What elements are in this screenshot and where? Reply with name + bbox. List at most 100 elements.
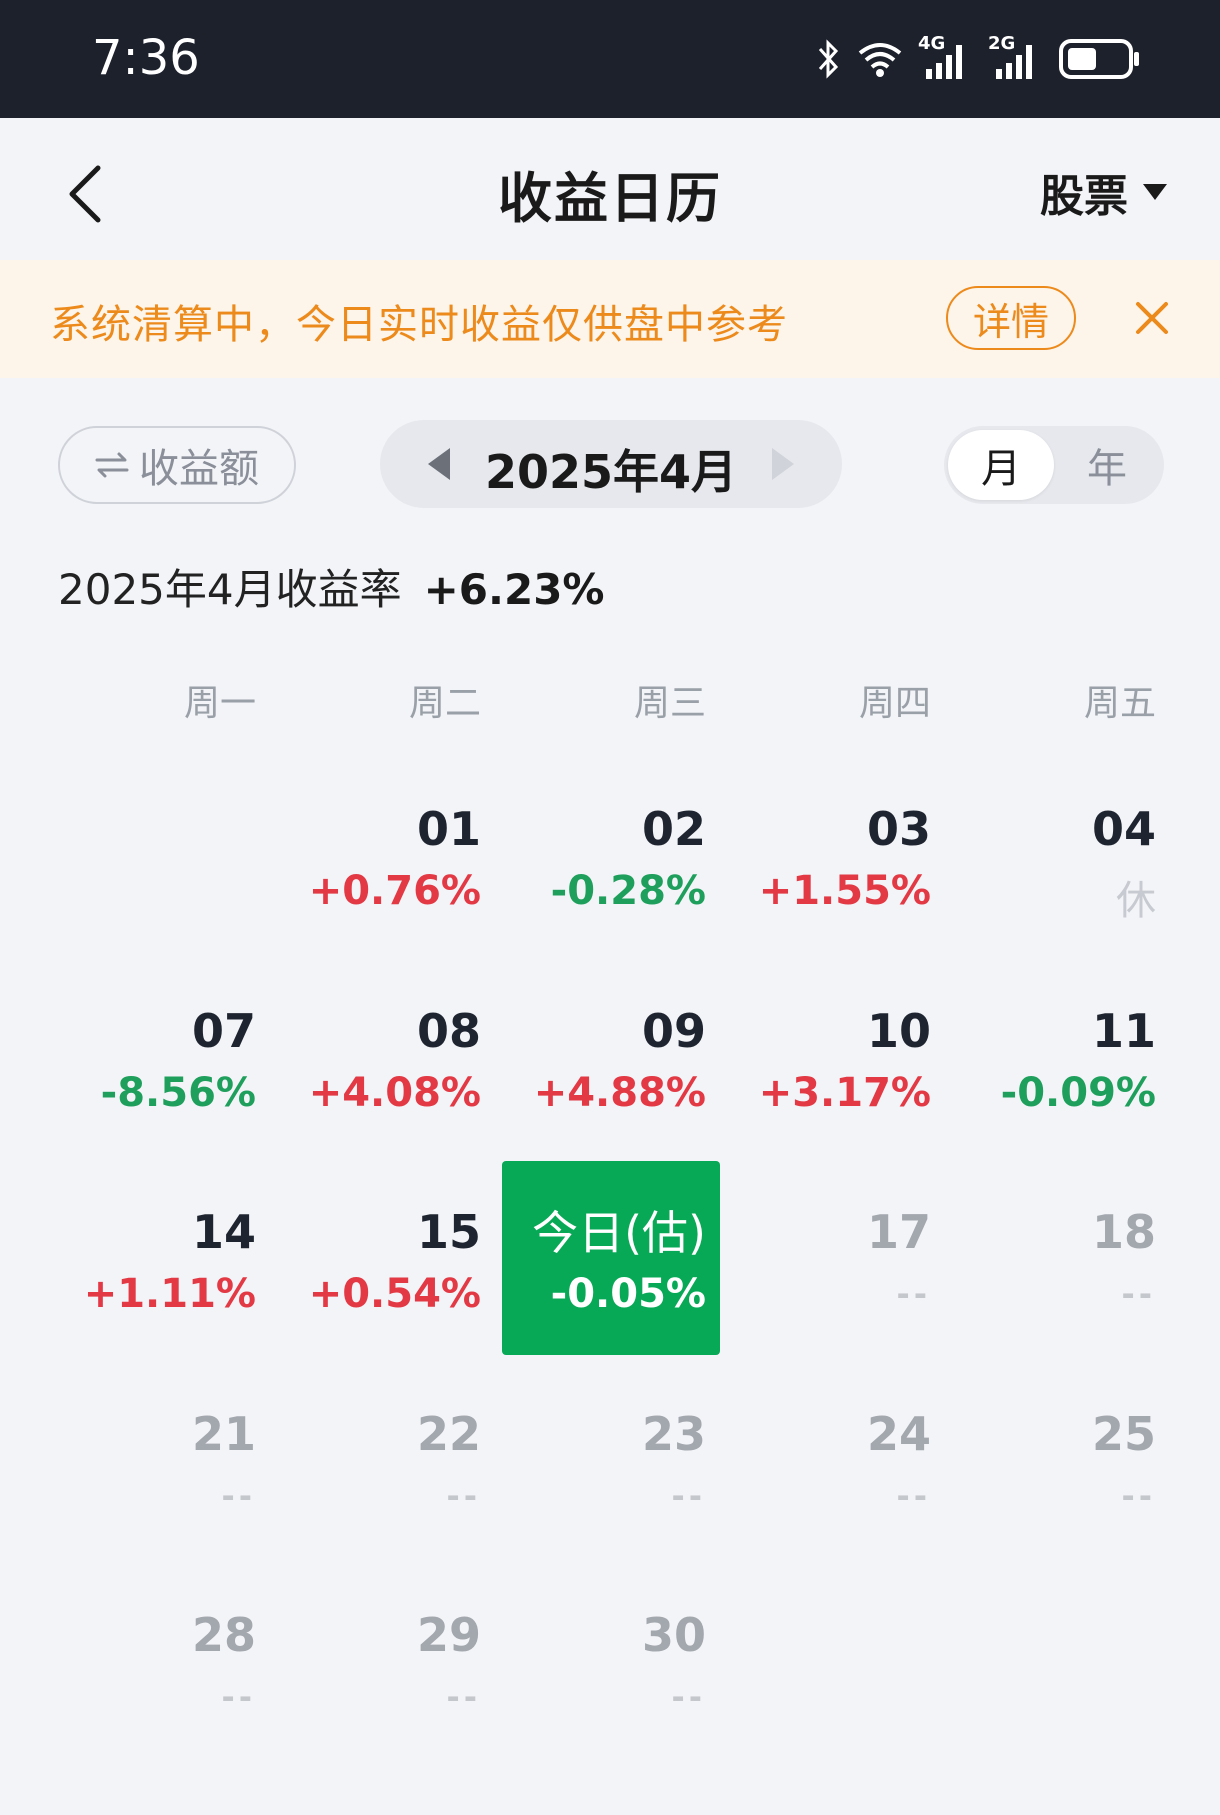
day-number: 01 (416, 802, 481, 856)
day-number: 25 (1091, 1407, 1156, 1461)
day-return: -- (446, 1678, 481, 1716)
status-icons: 4G 2G (816, 33, 1142, 84)
day-return: +4.08% (308, 1070, 481, 1116)
day-return: +1.11% (83, 1271, 256, 1317)
calendar-day[interactable]: 07 -8.56% (38, 1004, 256, 1198)
summary-label: 2025年4月收益率 (58, 565, 402, 614)
calendar-day[interactable]: 30 -- (488, 1608, 706, 1802)
month-navigator: 2025年4月 (380, 420, 842, 508)
day-number: 21 (191, 1407, 256, 1461)
day-return: -0.28% (550, 868, 706, 914)
day-return: -- (1121, 1477, 1156, 1515)
calendar-day[interactable]: 25 -- (938, 1407, 1156, 1601)
day-number: 24 (866, 1407, 931, 1461)
metric-toggle-button[interactable]: 收益额 (58, 426, 296, 504)
metric-toggle-label: 收益额 (139, 446, 259, 492)
day-number: 08 (416, 1004, 481, 1058)
calendar-day[interactable]: 21 -- (38, 1407, 256, 1601)
calendar-day[interactable]: 10 +3.17% (713, 1004, 931, 1198)
day-number: 18 (1091, 1205, 1156, 1259)
asset-filter-label: 股票 (1040, 171, 1128, 222)
calendar-day[interactable]: 18 -- (938, 1205, 1156, 1399)
bluetooth-icon (818, 39, 839, 79)
page-title: 收益日历 (498, 167, 722, 230)
calendar-day[interactable]: 24 -- (713, 1407, 931, 1601)
day-return: -- (896, 1477, 931, 1515)
day-number: 23 (641, 1407, 706, 1461)
day-number: 07 (191, 1004, 256, 1058)
day-return: -- (671, 1678, 706, 1716)
controls-row: 收益额 2025年4月 月 年 (0, 420, 1220, 510)
calendar-day[interactable]: 11 -0.09% (938, 1004, 1156, 1198)
day-number: 14 (191, 1205, 256, 1259)
day-return: -- (671, 1477, 706, 1515)
day-number: 22 (416, 1407, 481, 1461)
weekday-label: 周二 (408, 683, 481, 724)
signal-4g-icon: 4G (918, 33, 974, 81)
notice-text: 系统清算中，今日实时收益仅供盘中参考 (50, 302, 788, 348)
day-return: -- (1121, 1275, 1156, 1313)
calendar-day[interactable]: 22 -- (263, 1407, 481, 1601)
weekday-label: 周一 (183, 683, 256, 724)
calendar-day[interactable]: 23 -- (488, 1407, 706, 1601)
period-switch: 月 年 (944, 426, 1164, 504)
header: 收益日历 股票 (0, 118, 1220, 260)
wifi-icon (858, 43, 902, 77)
today-label: 今日(估) (532, 1206, 706, 1260)
day-number: 30 (641, 1608, 706, 1662)
monthly-summary: 2025年4月收益率 +6.23% (58, 556, 605, 617)
day-number: 29 (416, 1608, 481, 1662)
day-number: 17 (866, 1205, 931, 1259)
battery-icon (1059, 39, 1139, 79)
day-number: 03 (866, 802, 931, 856)
day-return: -8.56% (100, 1070, 256, 1116)
day-return: +4.88% (533, 1070, 706, 1116)
day-number: 09 (641, 1004, 706, 1058)
day-return: -- (446, 1477, 481, 1515)
day-return: -- (221, 1678, 256, 1716)
weekday-label: 周五 (1083, 683, 1156, 724)
calendar-day[interactable]: 17 -- (713, 1205, 931, 1399)
asset-filter-dropdown[interactable]: 股票 (1040, 160, 1168, 224)
day-number: 28 (191, 1608, 256, 1662)
next-month-icon[interactable] (768, 446, 798, 482)
calendar-day[interactable]: 15 +0.54% (263, 1205, 481, 1399)
calendar-day[interactable]: 02 -0.28% (488, 802, 706, 996)
calendar-day[interactable]: 28 -- (38, 1608, 256, 1802)
today-cell[interactable]: 今日(估) -0.05% (502, 1161, 720, 1355)
weekday-label: 周四 (858, 683, 931, 724)
calendar-day[interactable]: 29 -- (263, 1608, 481, 1802)
status-bar: 7:36 4G 2G (0, 0, 1220, 118)
calendar-day[interactable]: 14 +1.11% (38, 1205, 256, 1399)
day-return: -- (896, 1275, 931, 1313)
signal-2g-icon: 2G (988, 33, 1044, 81)
weekday-header: 周一 周二 周三 周四 周五 (0, 674, 1220, 724)
day-return: +1.55% (758, 868, 931, 914)
period-month-tab[interactable]: 月 (948, 430, 1054, 500)
day-number: 04 (1091, 802, 1156, 856)
period-year-tab[interactable]: 年 (1054, 430, 1160, 500)
calendar-day[interactable]: 03 +1.55% (713, 802, 931, 996)
day-number: 10 (866, 1004, 931, 1058)
day-return: +3.17% (758, 1070, 931, 1116)
calendar-day[interactable]: 08 +4.08% (263, 1004, 481, 1198)
today-return: -0.05% (550, 1271, 706, 1317)
notice-detail-button[interactable]: 详情 (946, 286, 1076, 350)
weekday-label: 周三 (633, 683, 706, 724)
day-return: -0.09% (1000, 1070, 1156, 1116)
caret-down-icon (1143, 184, 1167, 200)
day-return: -- (221, 1477, 256, 1515)
day-number: 15 (416, 1205, 481, 1259)
status-time: 7:36 (92, 30, 200, 86)
close-icon[interactable] (1130, 296, 1174, 340)
day-number: 11 (1091, 1004, 1156, 1058)
day-return: 休 (1116, 878, 1156, 924)
day-return: +0.76% (308, 868, 481, 914)
day-return: +0.54% (308, 1271, 481, 1317)
calendar-day[interactable]: 01 +0.76% (263, 802, 481, 996)
calendar-day[interactable]: 04 休 (938, 802, 1156, 996)
summary-value: +6.23% (423, 565, 605, 614)
day-number: 02 (641, 802, 706, 856)
swap-icon (95, 452, 129, 478)
settlement-notice: 系统清算中，今日实时收益仅供盘中参考 详情 (0, 260, 1220, 378)
